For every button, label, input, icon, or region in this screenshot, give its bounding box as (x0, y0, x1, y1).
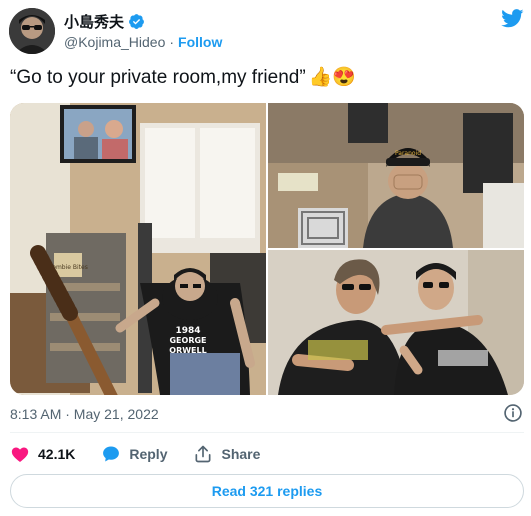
like-button[interactable]: 42.1K (10, 444, 75, 464)
photo-2[interactable]: Paranoid (268, 103, 524, 248)
tweet-body: “Go to your private room,my friend” (10, 67, 306, 88)
share-label: Share (221, 446, 261, 462)
reply-bubble-icon (103, 446, 120, 462)
tweet-card: 小島秀夫 @Kojima_Hideo · Follow “Go to your … (0, 0, 531, 516)
display-name[interactable]: 小島秀夫 (64, 11, 124, 32)
share-button[interactable]: Share (193, 444, 260, 464)
timestamp[interactable]: 8:13 AM · May 21, 2022 (10, 406, 159, 422)
photo-1-scene: Zombie Bites 1984 GEORGE ORWELL (10, 103, 266, 395)
photo-1[interactable]: Zombie Bites 1984 GEORGE ORWELL (10, 103, 266, 395)
tweet-emoji: 👍😍 (308, 67, 356, 88)
photo-3[interactable] (268, 250, 524, 395)
shirt-text-line1: 1984 (175, 326, 200, 336)
follow-button[interactable]: Follow (178, 34, 222, 50)
avatar[interactable] (9, 8, 55, 54)
photo-2-scene: Paranoid (268, 103, 524, 248)
verified-badge-icon (129, 13, 144, 29)
avatar-portrait (9, 8, 55, 54)
tweet-text: “Go to your private room,my friend” 👍😍 (10, 65, 520, 91)
photo-3-scene (268, 250, 524, 395)
divider (10, 432, 524, 433)
reply-label: Reply (129, 446, 168, 462)
shirt-text-line3: ORWELL (169, 346, 206, 355)
handle[interactable]: @Kojima_Hideo (64, 34, 165, 50)
info-icon[interactable] (503, 403, 523, 423)
shirt-text-line2: GEORGE (169, 336, 206, 345)
separator-dot: · (169, 34, 175, 50)
cap-text: Paranoid (395, 150, 421, 157)
read-replies-button[interactable]: Read 321 replies (10, 474, 524, 508)
twitter-bird-icon[interactable] (501, 9, 524, 28)
media-grid: Zombie Bites 1984 GEORGE ORWELL Paranoid (10, 103, 524, 395)
author-block: 小島秀夫 @Kojima_Hideo · Follow (64, 11, 222, 51)
action-bar: 42.1K Reply Share (10, 444, 286, 464)
heart-icon (11, 447, 29, 462)
reply-button[interactable]: Reply (101, 444, 167, 464)
like-count: 42.1K (38, 446, 76, 462)
share-icon (195, 445, 211, 463)
